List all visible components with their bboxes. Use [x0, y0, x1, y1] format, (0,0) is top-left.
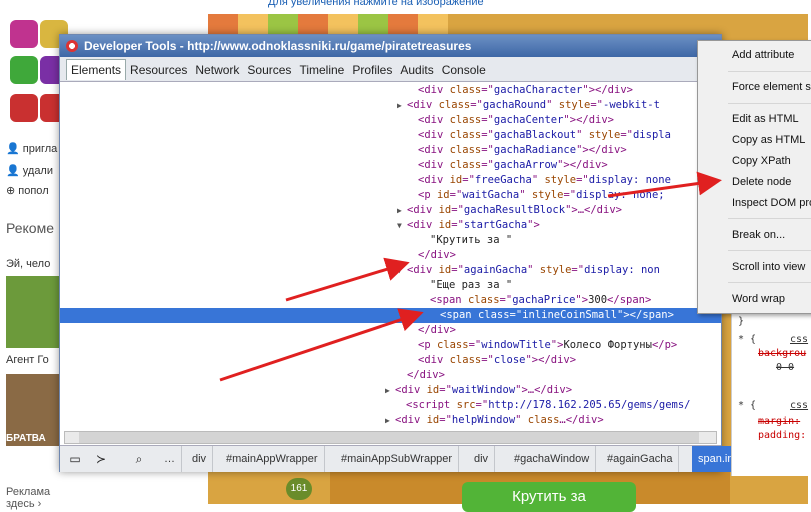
arrow-to-delete-node	[607, 171, 722, 198]
arrow-to-againgacha	[285, 257, 410, 302]
arrow-to-selected-span	[219, 308, 424, 382]
annotation-arrows	[219, 171, 722, 382]
